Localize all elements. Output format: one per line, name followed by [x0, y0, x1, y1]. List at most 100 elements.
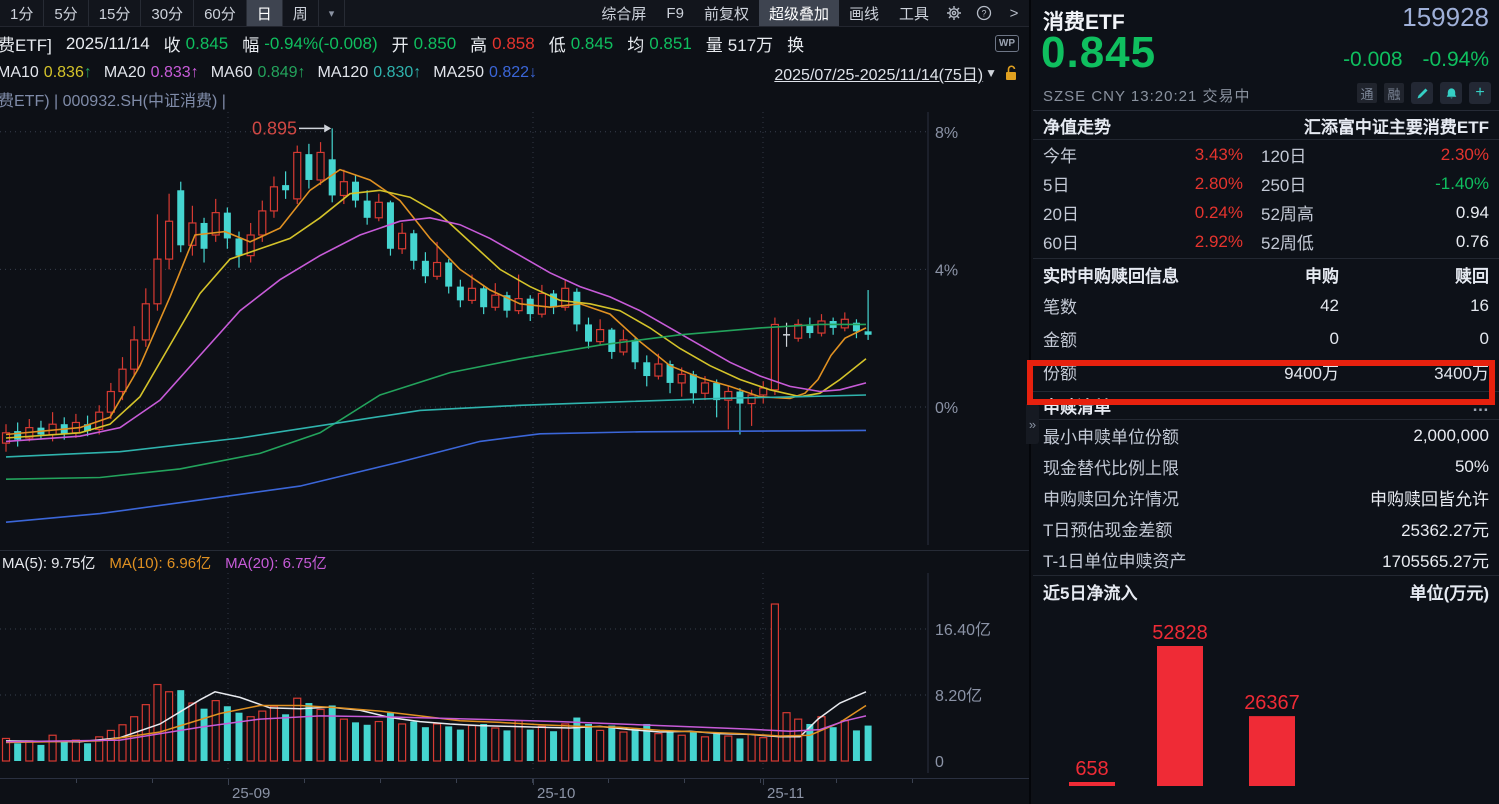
x-axis-minor-tick	[684, 779, 685, 783]
range-label: 幅	[242, 31, 259, 56]
list-row-最小申赎单位份额: 最小申赎单位份额2,000,000	[1033, 420, 1499, 451]
stock-code: 159928	[1402, 2, 1489, 33]
high-value: 0.858	[492, 34, 535, 54]
info-panel: 消费ETF 159928 0.845 -0.008 -0.94% SZSE CN…	[1033, 0, 1499, 804]
alert-bell-icon[interactable]	[1440, 82, 1462, 104]
ma-legend-MA20: MA200.833↑	[104, 64, 199, 82]
period-tab-日[interactable]: 日	[247, 0, 283, 26]
stock-status-line: SZSE CNY 13:20:21 交易中	[1043, 85, 1250, 106]
toolbar-button-F9[interactable]: F9	[656, 0, 694, 26]
svg-text:658: 658	[1075, 758, 1108, 780]
settings-gear-icon[interactable]	[939, 0, 969, 26]
quote-summary-row: 费ETF] 2025/11/14 收0.845 幅-0.94%(-0.008) …	[0, 27, 1029, 60]
subscription-table: 笔数4216金额00份额9400万3400万	[1033, 289, 1499, 388]
date-range-selector[interactable]: 2025/07/25-2025/11/14(75日)	[774, 61, 983, 85]
net-inflow-bar-chart: 6585282826367	[1033, 606, 1499, 786]
close-value: 0.845	[186, 34, 229, 54]
period-tabs: 1分5分15分30分60分日周	[0, 0, 319, 26]
help-icon[interactable]: ?	[969, 0, 999, 26]
period-dropdown-caret[interactable]: ▾	[319, 0, 346, 26]
x-axis-minor-tick	[760, 779, 761, 783]
performance-row: 5日2.80%250日-1.40%	[1033, 169, 1499, 198]
toolbar-buttons: 综合屏F9前复权超级叠加画线工具	[591, 0, 939, 26]
x-axis-minor-tick	[152, 779, 153, 783]
toolbar-button-超级叠加[interactable]: 超级叠加	[759, 0, 839, 26]
header-icons: 通 融 +	[1357, 82, 1491, 104]
x-axis-label-25-09: 25-09	[232, 785, 270, 802]
period-tab-5分[interactable]: 5分	[44, 0, 88, 26]
toolbar-right-group: 综合屏F9前复权超级叠加画线工具 ? >	[591, 0, 1029, 26]
ma-legend-MA10: MA100.836↑	[0, 64, 92, 82]
x-axis: 25-0925-1025-11	[0, 778, 1029, 804]
period-toolbar: 1分5分15分30分60分日周 ▾ 综合屏F9前复权超级叠加画线工具 ? >	[0, 0, 1029, 27]
performance-table: 今年3.43%120日2.30%5日2.80%250日-1.40%20日0.24…	[1033, 140, 1499, 256]
avg-value: 0.851	[649, 34, 692, 54]
ma-legend-MA250: MA2500.822↓	[433, 64, 537, 82]
low-value: 0.845	[571, 34, 614, 54]
performance-row: 今年3.43%120日2.30%	[1033, 140, 1499, 169]
edit-pencil-icon[interactable]	[1411, 82, 1433, 104]
subscription-row-份额: 份额9400万3400万	[1033, 355, 1499, 388]
volume-ma-legend-item: MA(20): 6.75亿	[225, 552, 327, 573]
period-tab-1分[interactable]: 1分	[0, 0, 44, 26]
list-row-T-1日单位申赎资产: T-1日单位申赎资产1705565.27元	[1033, 544, 1499, 575]
list-row-申购赎回允许情况: 申购赎回允许情况申购赎回皆允许	[1033, 482, 1499, 513]
date-range-caret-icon[interactable]: ▼	[985, 66, 997, 80]
list-row-现金替代比例上限: 现金替代比例上限50%	[1033, 451, 1499, 482]
x-axis-tick	[533, 779, 534, 785]
period-tab-15分[interactable]: 15分	[89, 0, 142, 26]
close-label: 收	[164, 31, 181, 56]
nav-section-header: 净值走势 汇添富中证主要消费ETF	[1033, 111, 1499, 140]
col-subscribe: 申购	[1219, 262, 1339, 287]
subscription-row-金额: 金额00	[1033, 322, 1499, 355]
svg-text:26367: 26367	[1244, 692, 1300, 714]
x-axis-minor-tick	[912, 779, 913, 783]
period-tab-60分[interactable]: 60分	[194, 0, 247, 26]
volume-chart[interactable]: 16.40亿8.20亿0	[0, 573, 1029, 773]
expand-arrow-icon[interactable]: >	[999, 0, 1029, 26]
volume-ma-legend-item: MA(5): 9.75亿	[2, 552, 95, 573]
margin-badge-tong: 通	[1357, 83, 1377, 103]
subscription-section-header: 实时申购赎回信息 申购 赎回	[1033, 258, 1499, 289]
toolbar-button-画线[interactable]: 画线	[839, 0, 889, 26]
toolbar-button-前复权[interactable]: 前复权	[694, 0, 759, 26]
chart-subtitle: 费ETF) | 000932.SH(中证消费) |	[0, 86, 1029, 112]
candlestick-chart[interactable]: 8%4%0%0.895	[0, 112, 1029, 545]
svg-text:?: ?	[981, 8, 986, 18]
turnover-label: 换	[787, 31, 804, 56]
panel-collapse-chevron[interactable]: »	[1026, 404, 1039, 444]
change-percent: -0.94%	[1422, 48, 1489, 71]
stock-price: 0.845	[1041, 28, 1156, 78]
subscription-title: 实时申购赎回信息	[1043, 262, 1219, 287]
change-value: -0.008	[1343, 48, 1403, 71]
svg-text:16.40亿: 16.40亿	[935, 621, 991, 639]
avg-label: 均	[627, 31, 644, 56]
toolbar-button-工具[interactable]: 工具	[889, 0, 939, 26]
volume-label: 量	[706, 31, 723, 56]
inflow-title: 近5日净流入	[1043, 579, 1137, 604]
fund-name: 汇添富中证主要消费ETF	[1304, 113, 1489, 138]
x-axis-minor-tick	[228, 779, 229, 783]
x-axis-minor-tick	[76, 779, 77, 783]
wp-doc-icon[interactable]: WP	[995, 35, 1019, 52]
svg-text:8%: 8%	[935, 125, 958, 142]
toolbar-button-综合屏[interactable]: 综合屏	[591, 0, 656, 26]
open-value: 0.850	[414, 34, 457, 54]
more-ellipsis[interactable]: …	[1472, 396, 1489, 416]
period-tab-30分[interactable]: 30分	[141, 0, 194, 26]
open-label: 开	[392, 31, 409, 56]
svg-text:0%: 0%	[935, 400, 958, 417]
ma-legend-row: MA100.836↑MA200.833↑MA600.849↑MA1200.830…	[0, 60, 1029, 86]
x-axis-tick	[763, 779, 764, 785]
period-tab-周[interactable]: 周	[283, 0, 319, 26]
x-axis-label-25-10: 25-10	[537, 785, 575, 802]
quote-date: 2025/11/14	[66, 34, 150, 54]
creation-redemption-list: 最小申赎单位份额2,000,000现金替代比例上限50%申购赎回允许情况申购赎回…	[1033, 420, 1499, 575]
stock-change: -0.008 -0.94%	[1329, 48, 1489, 72]
subscription-row-笔数: 笔数4216	[1033, 289, 1499, 322]
range-value: -0.94%(-0.008)	[264, 34, 377, 54]
nav-title: 净值走势	[1043, 113, 1111, 138]
unlock-icon[interactable]	[1003, 64, 1019, 82]
quote-prefix: 费ETF]	[0, 31, 52, 56]
add-watchlist-icon[interactable]: +	[1469, 82, 1491, 104]
